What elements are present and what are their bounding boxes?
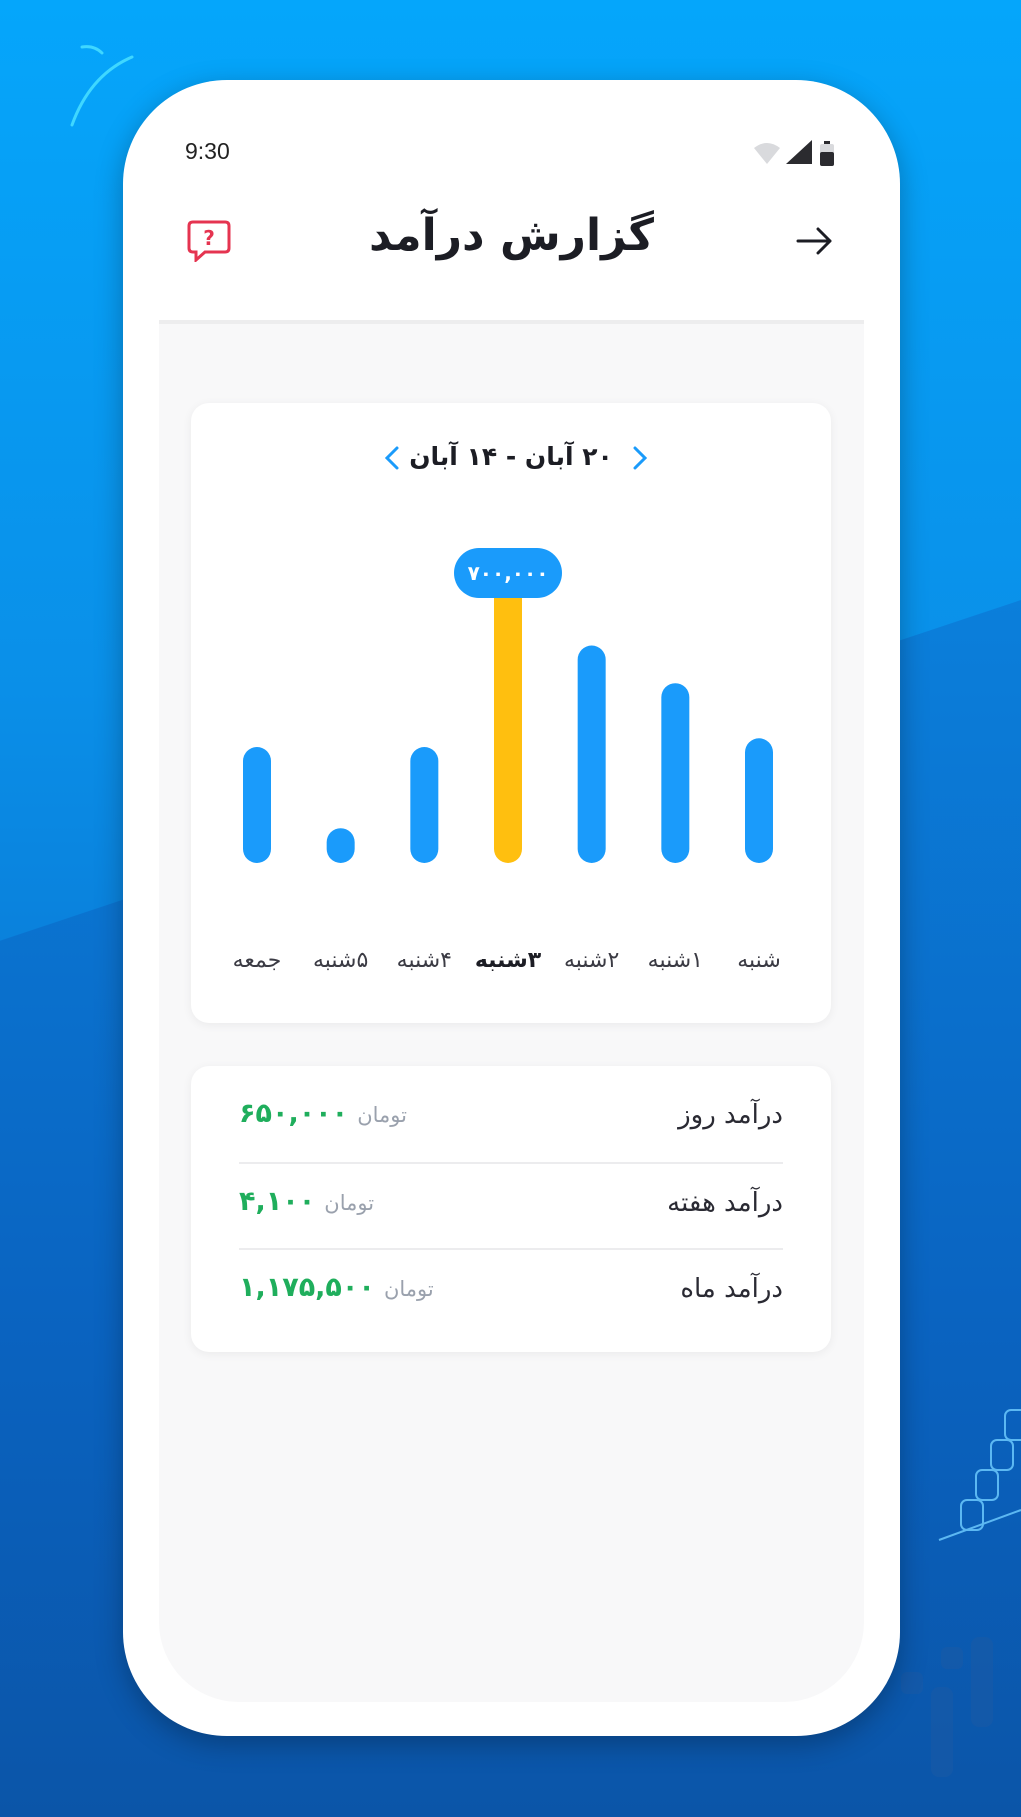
currency-unit: تومان <box>324 1191 375 1215</box>
wifi-icon <box>754 143 780 164</box>
summary-row-week: درآمد هفته تومان ۴,۱۰۰ <box>239 1162 783 1248</box>
summary-row-month: درآمد ماه تومان ۱,۱۷۵,۵۰۰ <box>239 1248 783 1334</box>
summary-value: تومان ۴,۱۰۰ <box>239 1186 374 1217</box>
signal-icon <box>786 140 812 164</box>
day-label: ۳شنبه <box>474 948 542 973</box>
status-time: 9:30 <box>185 138 230 164</box>
weekly-chart-card: ۲۰ آبان - ۱۴ آبان ۷۰۰,۰۰۰ شنبه ۱شنبه ۲شنبه… <box>191 403 831 1023</box>
bar-1[interactable] <box>745 738 773 863</box>
bar-4[interactable] <box>494 573 522 863</box>
income-summary-card: درآمد روز تومان ۶۵۰,۰۰۰ درآمد هفته تومان… <box>191 1066 831 1352</box>
bar-2[interactable] <box>661 683 690 863</box>
chevron-right-icon[interactable] <box>631 445 649 471</box>
bar-7[interactable] <box>243 747 271 863</box>
app-screen: 9:30 ? گزارش درآمد ۲۰ آبان - ۱۴ آبان ۷۰۰… <box>159 126 864 1702</box>
bar-6[interactable] <box>326 828 355 863</box>
summary-row-day: درآمد روز تومان ۶۵۰,۰۰۰ <box>239 1076 783 1160</box>
bar-5[interactable] <box>410 747 439 863</box>
highlight-value-badge: ۷۰۰,۰۰۰ <box>454 548 562 598</box>
app-bar: ? گزارش درآمد <box>159 166 864 324</box>
watermark-logo <box>901 1637 993 1777</box>
day-label: ۲شنبه <box>563 948 620 973</box>
phone-frame: 9:30 ? گزارش درآمد ۲۰ آبان - ۱۴ آبان ۷۰۰… <box>123 80 900 1736</box>
summary-amount: ۴,۱۰۰ <box>239 1186 316 1217</box>
day-label: ۴شنبه <box>396 948 452 973</box>
day-label: ۵شنبه <box>312 948 369 973</box>
currency-unit: تومان <box>357 1103 407 1127</box>
summary-amount: ۱,۱۷۵,۵۰۰ <box>239 1272 375 1303</box>
summary-label: درآمد هفته <box>667 1188 783 1218</box>
bar-3[interactable] <box>577 645 606 864</box>
date-range-label: ۲۰ آبان - ۱۴ آبان <box>409 442 613 471</box>
summary-label: درآمد ماه <box>680 1274 783 1304</box>
currency-unit: تومان <box>383 1277 434 1301</box>
day-label: ۱شنبه <box>647 948 703 973</box>
day-label: شنبه <box>737 948 781 973</box>
summary-value: تومان ۱,۱۷۵,۵۰۰ <box>239 1272 434 1303</box>
summary-amount: ۶۵۰,۰۰۰ <box>239 1098 349 1129</box>
system-status-icons <box>754 140 834 166</box>
back-arrow-icon[interactable] <box>796 224 834 258</box>
line-art-decoration <box>938 1409 1021 1541</box>
date-range-selector: ۲۰ آبان - ۱۴ آبان <box>191 435 831 479</box>
summary-value: تومان ۶۵۰,۰۰۰ <box>239 1098 407 1129</box>
chevron-left-icon[interactable] <box>383 445 401 471</box>
day-label: جمعه <box>232 948 282 973</box>
summary-label: درآمد روز <box>678 1100 783 1130</box>
page-title: گزارش درآمد <box>368 210 655 261</box>
